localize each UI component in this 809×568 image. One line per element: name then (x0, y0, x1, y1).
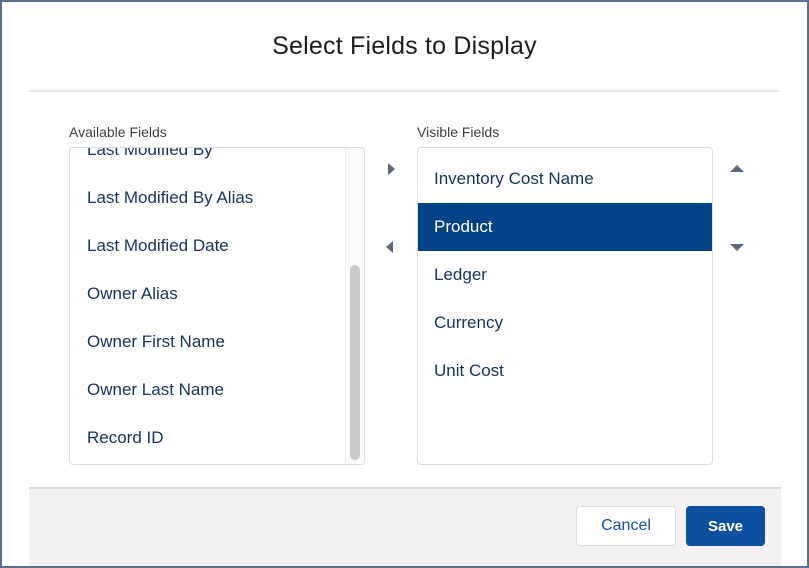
caret-down-icon (730, 243, 744, 251)
available-fields-listbox[interactable]: Last Modified By Last Modified By Alias … (69, 147, 365, 465)
dialog-title: Select Fields to Display (272, 32, 537, 60)
header-divider (29, 90, 779, 92)
caret-up-icon (730, 164, 744, 172)
move-down-button[interactable] (727, 237, 747, 257)
list-item[interactable]: Owner Last Name (70, 366, 364, 414)
list-item[interactable]: Last Modified By Alias (70, 174, 364, 222)
list-item[interactable]: Owner Alias (70, 270, 364, 318)
list-item[interactable]: Ledger (418, 251, 712, 299)
list-item[interactable]: Last Modified Date (70, 222, 364, 270)
move-to-available-button[interactable] (379, 237, 399, 257)
caret-left-icon (385, 241, 393, 253)
list-item[interactable]: Owner First Name (70, 318, 364, 366)
select-fields-dialog: Select Fields to Display Available Field… (0, 0, 809, 568)
available-scrollbar-track[interactable] (345, 148, 364, 464)
visible-fields-listbox[interactable]: Inventory Cost Name Product Ledger Curre… (417, 147, 713, 465)
list-item[interactable]: Unit Cost (418, 347, 712, 395)
visible-fields-label: Visible Fields (417, 124, 500, 140)
list-item[interactable]: Inventory Cost Name (418, 155, 712, 203)
move-up-button[interactable] (727, 158, 747, 178)
available-fields-label: Available Fields (69, 124, 167, 140)
cancel-button[interactable]: Cancel (576, 506, 676, 546)
list-item[interactable]: Last Modified By (70, 148, 364, 174)
list-item-selected[interactable]: Product (418, 203, 712, 251)
available-scrollbar-thumb[interactable] (350, 265, 360, 460)
caret-right-icon (387, 163, 395, 175)
dialog-footer: Cancel Save (29, 487, 781, 566)
move-to-visible-button[interactable] (381, 159, 401, 179)
list-item[interactable]: Currency (418, 299, 712, 347)
visible-fields-list: Inventory Cost Name Product Ledger Curre… (418, 155, 712, 395)
save-button[interactable]: Save (686, 506, 765, 546)
list-item[interactable]: Record ID (70, 414, 364, 462)
available-fields-list: Last Modified By Last Modified By Alias … (70, 148, 364, 462)
